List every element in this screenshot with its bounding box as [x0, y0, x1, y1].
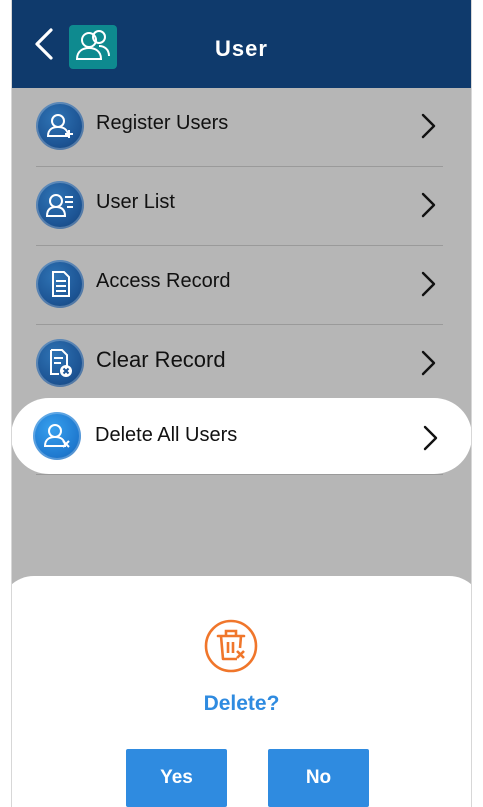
document-delete-icon — [36, 339, 84, 387]
divider — [36, 474, 443, 475]
chevron-right-icon — [421, 350, 436, 376]
menu-item-label: User List — [96, 191, 175, 213]
menu-item-label: Clear Record — [96, 347, 226, 372]
no-button[interactable]: No — [268, 749, 369, 807]
dialog-title: Delete? — [203, 692, 280, 715]
menu-item-register-users[interactable]: Register Users — [36, 88, 443, 167]
menu-item-access-record[interactable]: Access Record — [36, 246, 443, 325]
menu-item-label: Access Record — [96, 270, 231, 292]
chevron-right-icon — [421, 271, 436, 297]
menu-item-clear-record[interactable]: Clear Record — [36, 325, 443, 404]
menu-item-label: Delete All Users — [95, 424, 238, 446]
yes-button[interactable]: Yes — [126, 749, 227, 807]
menu-item-label: Register Users — [96, 112, 229, 134]
chevron-right-icon — [421, 113, 436, 139]
trash-icon — [204, 619, 258, 673]
menu-list: Register Users User List Access Record C… — [11, 88, 472, 404]
chevron-right-icon — [423, 425, 438, 451]
menu-item-user-list[interactable]: User List — [36, 167, 443, 246]
left-border — [0, 0, 12, 807]
user-plus-icon — [36, 102, 84, 150]
chevron-right-icon — [421, 192, 436, 218]
app-screen: User Register Users User List Access Rec… — [0, 0, 483, 807]
user-delete-icon — [33, 412, 81, 460]
page-title: User — [215, 36, 268, 61]
user-list-icon — [36, 181, 84, 229]
menu-item-delete-all-users[interactable]: Delete All Users — [11, 398, 472, 474]
document-icon — [36, 260, 84, 308]
header-bar: User — [11, 0, 472, 88]
right-border — [471, 0, 483, 807]
